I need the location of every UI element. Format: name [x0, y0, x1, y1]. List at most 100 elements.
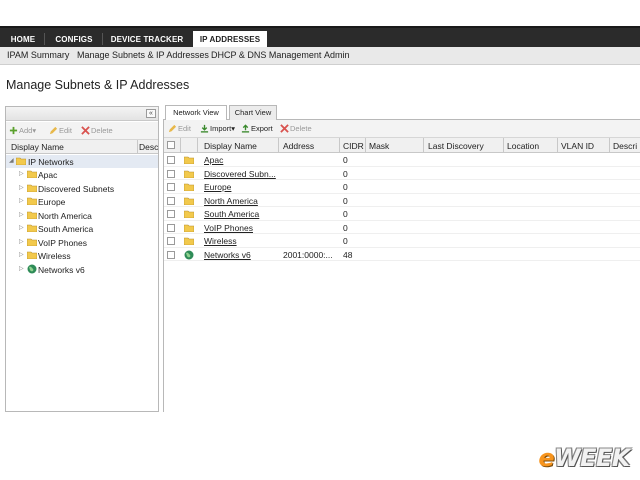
export-button[interactable]: Export — [241, 124, 273, 135]
table-row[interactable]: North America 0 — [164, 194, 640, 207]
delete-button[interactable]: Delete — [280, 124, 312, 135]
tree-item-networks-v6[interactable]: ▷ Networks v6 — [6, 263, 158, 276]
row-name-link[interactable]: South America — [204, 209, 276, 219]
delete-icon — [280, 124, 289, 133]
delete-button[interactable]: Delete — [81, 126, 113, 137]
col-desc[interactable]: Desc — [139, 142, 158, 152]
row-checkbox[interactable] — [167, 210, 175, 218]
table-row[interactable]: South America 0 — [164, 207, 640, 221]
tree-item-voip-phones[interactable]: ▷ VoIP Phones — [6, 236, 158, 249]
table-row[interactable]: Discovered Subn... 0 — [164, 167, 640, 180]
row-name-link[interactable]: Europe — [204, 182, 276, 192]
folder-icon — [27, 251, 37, 259]
expand-arrow-icon[interactable]: ▷ — [19, 185, 25, 192]
export-icon — [241, 124, 250, 133]
expand-arrow-icon[interactable]: ▷ — [19, 252, 25, 259]
col-last-discovery[interactable]: Last Discovery — [428, 141, 503, 151]
col-mask[interactable]: Mask — [369, 141, 423, 151]
row-checkbox[interactable] — [167, 196, 175, 205]
delete-icon — [81, 126, 90, 135]
row-cidr: 0 — [343, 195, 348, 206]
tab-chart-view[interactable]: Chart View — [229, 105, 277, 120]
column-divider — [365, 138, 366, 153]
table-row[interactable]: Networks v6 2001:0000:... 48 — [164, 248, 640, 261]
row-checkbox[interactable] — [167, 183, 175, 191]
folder-icon — [27, 224, 37, 232]
tree-item-europe[interactable]: ▷ Europe — [6, 195, 158, 208]
subnav-manage-subnets[interactable]: Manage Subnets & IP Addresses — [77, 50, 209, 60]
tree-item-label: IP Networks — [28, 157, 74, 167]
tree-item-apac[interactable]: ▷ Apac — [6, 168, 158, 181]
column-divider — [423, 138, 424, 153]
subnav-admin[interactable]: Admin — [324, 50, 350, 60]
row-cidr: 0 — [343, 155, 348, 165]
expand-arrow-icon[interactable]: ▷ — [19, 212, 25, 219]
row-checkbox[interactable] — [167, 169, 175, 178]
folder-icon — [184, 237, 194, 245]
row-checkbox[interactable] — [167, 237, 175, 245]
tree-item-ip-networks[interactable]: ◢ IP Networks — [6, 155, 158, 168]
folder-icon — [184, 197, 194, 205]
edit-label: Edit — [178, 124, 191, 133]
row-name-link[interactable]: VoIP Phones — [204, 223, 276, 233]
expand-arrow-icon[interactable]: ▷ — [19, 239, 25, 246]
logo-week: WEEK — [554, 444, 630, 472]
delete-label: Delete — [290, 124, 312, 133]
expand-arrow-icon[interactable]: ▷ — [19, 171, 25, 178]
expand-arrow-icon[interactable]: ▷ — [19, 225, 25, 232]
row-checkbox[interactable] — [167, 223, 175, 232]
select-all-checkbox[interactable] — [167, 141, 175, 149]
col-address[interactable]: Address — [283, 141, 339, 151]
row-name-link[interactable]: Discovered Subn... — [204, 169, 276, 179]
expand-arrow-icon[interactable]: ▷ — [19, 266, 25, 273]
tree-item-north-america[interactable]: ▷ North America — [6, 209, 158, 222]
tree-item-discovered-subnets[interactable]: ▷ Discovered Subnets — [6, 182, 158, 195]
logo-e: e — [538, 444, 555, 472]
row-checkbox[interactable] — [167, 250, 175, 259]
col-cidr[interactable]: CIDR — [343, 141, 365, 151]
tab-network-view[interactable]: Network View — [165, 105, 227, 121]
row-cidr: 0 — [343, 236, 348, 246]
expand-arrow-icon[interactable]: ▷ — [19, 198, 25, 205]
table-row[interactable]: Europe 0 — [164, 180, 640, 194]
row-name-link[interactable]: Networks v6 — [204, 250, 276, 260]
table-row[interactable]: Wireless 0 — [164, 234, 640, 248]
edit-button[interactable]: Edit — [49, 126, 72, 137]
view-tabs: Network View Chart View — [163, 104, 640, 121]
col-location[interactable]: Location — [507, 141, 557, 151]
import-icon — [200, 124, 209, 133]
collapse-arrow-icon[interactable]: ◢ — [9, 158, 15, 165]
edit-button[interactable]: Edit — [168, 124, 191, 135]
page-title: Manage Subnets & IP Addresses — [6, 78, 190, 92]
col-description[interactable]: Descri — [613, 141, 640, 151]
tab-separator — [102, 33, 103, 45]
table-row[interactable]: VoIP Phones 0 — [164, 221, 640, 234]
row-name-link[interactable]: Apac — [204, 155, 276, 165]
table-row[interactable]: Apac 0 — [164, 153, 640, 167]
tree-item-south-america[interactable]: ▷ South America — [6, 222, 158, 235]
collapse-panel-button[interactable]: « — [146, 109, 156, 118]
col-vlan-id[interactable]: VLAN ID — [561, 141, 609, 151]
col-display-name[interactable]: Display Name — [204, 141, 278, 151]
pencil-icon — [49, 126, 58, 135]
col-display-name[interactable]: Display Name — [11, 142, 64, 152]
add-button[interactable]: Add▾ — [9, 126, 36, 137]
network-grid-panel: Edit Import▾ Export Delete Display Name … — [163, 120, 640, 412]
folder-icon — [27, 170, 37, 178]
subnav-ipam-summary[interactable]: IPAM Summary — [7, 50, 69, 60]
sub-nav: IPAM Summary Manage Subnets & IP Address… — [0, 47, 640, 65]
tree-item-label: North America — [38, 210, 92, 221]
tree-item-label: Discovered Subnets — [38, 183, 115, 194]
tree-item-wireless[interactable]: ▷ Wireless — [6, 249, 158, 262]
top-nav: HOME CONFIGS DEVICE TRACKER IP ADDRESSES — [0, 26, 640, 49]
import-button[interactable]: Import▾ — [200, 124, 235, 135]
row-checkbox[interactable] — [167, 156, 175, 164]
folder-icon — [184, 210, 194, 218]
tree-item-label: VoIP Phones — [38, 237, 87, 248]
row-name-link[interactable]: North America — [204, 196, 276, 206]
folder-icon — [27, 211, 37, 219]
column-divider — [503, 138, 504, 153]
row-name-link[interactable]: Wireless — [204, 236, 276, 246]
subnav-dhcp-dns[interactable]: DHCP & DNS Management — [211, 50, 321, 60]
tree-item-label: Wireless — [38, 251, 71, 261]
